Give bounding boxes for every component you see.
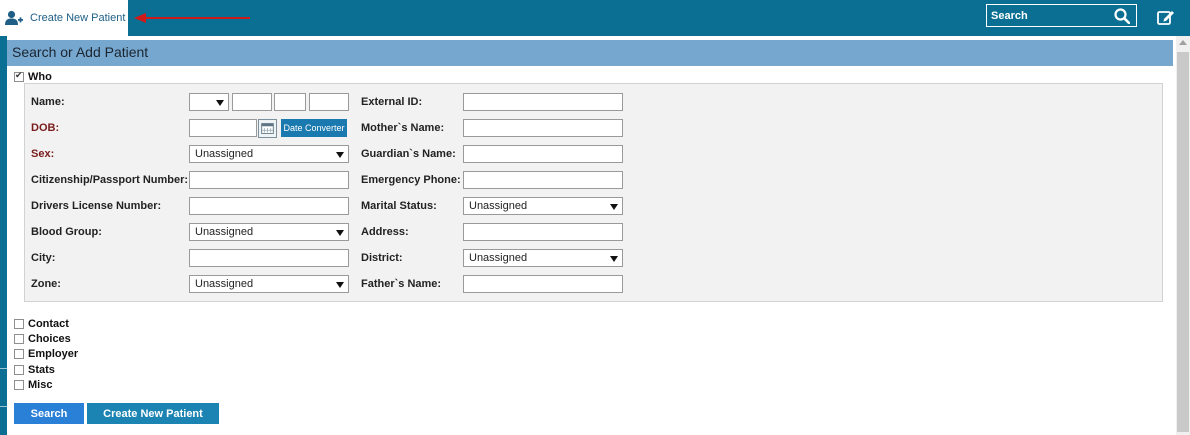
scroll-up-icon[interactable]	[1176, 36, 1190, 50]
who-label: Who	[28, 71, 52, 83]
blood-group-select[interactable]: Unassigned	[189, 223, 349, 241]
date-converter-button[interactable]: Date Converter	[281, 119, 347, 137]
citizenship-field[interactable]	[189, 171, 349, 189]
drivers-license-label: Drivers License Number:	[31, 200, 162, 212]
section-toggle-contact[interactable]: Contact	[14, 318, 69, 330]
city-label: City:	[31, 252, 56, 264]
name-label: Name:	[31, 96, 65, 108]
panel-title: Search or Add Patient	[12, 44, 149, 60]
stats-checkbox[interactable]	[14, 365, 24, 375]
district-value: Unassigned	[469, 252, 528, 264]
district-label: District:	[361, 252, 403, 264]
add-user-icon	[5, 10, 23, 25]
calendar-icon[interactable]	[258, 119, 277, 138]
chevron-down-icon	[336, 282, 344, 288]
create-new-patient-label: Create New Patient	[30, 12, 126, 24]
search-input[interactable]	[991, 7, 1101, 24]
sex-value: Unassigned	[195, 148, 254, 160]
guardians-name-field[interactable]	[463, 145, 623, 163]
section-toggle-misc[interactable]: Misc	[14, 379, 52, 391]
search-icon[interactable]	[1114, 8, 1130, 24]
address-field[interactable]	[463, 223, 623, 241]
citizenship-label: Citizenship/Passport Number:	[31, 174, 189, 186]
first-name-field[interactable]	[232, 93, 272, 111]
address-label: Address:	[361, 226, 409, 238]
guardians-name-label: Guardian`s Name:	[361, 148, 456, 160]
dob-field[interactable]	[189, 119, 257, 137]
sex-label: Sex:	[31, 148, 55, 160]
search-button[interactable]: Search	[14, 403, 84, 424]
name-title-select[interactable]	[189, 93, 229, 111]
city-field[interactable]	[189, 249, 349, 267]
zone-value: Unassigned	[195, 278, 254, 290]
last-name-field[interactable]	[309, 93, 349, 111]
emergency-phone-field[interactable]	[463, 171, 623, 189]
zone-label: Zone:	[31, 278, 61, 290]
section-toggle-choices[interactable]: Choices	[14, 333, 71, 345]
fathers-name-label: Father`s Name:	[361, 278, 442, 290]
scrollbar-thumb[interactable]	[1177, 52, 1189, 432]
blood-group-value: Unassigned	[195, 226, 254, 238]
external-id-label: External ID:	[361, 96, 423, 108]
who-toggle[interactable]: Who	[14, 70, 52, 83]
create-new-patient-button[interactable]: Create New Patient	[87, 403, 219, 424]
chevron-down-icon	[336, 152, 344, 158]
stats-label: Stats	[28, 364, 55, 376]
choices-label: Choices	[28, 333, 71, 345]
marital-status-label: Marital Status:	[361, 200, 437, 212]
annotation-arrow	[134, 13, 250, 23]
who-checkbox[interactable]	[14, 70, 24, 82]
chevron-down-icon	[336, 230, 344, 236]
employer-checkbox[interactable]	[14, 349, 24, 359]
chevron-down-icon	[610, 256, 618, 262]
sidebar-tick	[0, 406, 7, 407]
misc-checkbox[interactable]	[14, 380, 24, 390]
misc-label: Misc	[28, 379, 53, 391]
chevron-down-icon	[610, 204, 618, 210]
emergency-phone-label: Emergency Phone:	[361, 174, 461, 186]
edit-icon[interactable]	[1157, 9, 1175, 26]
create-new-patient-tab[interactable]: Create New Patient	[0, 0, 128, 36]
search-box[interactable]	[986, 4, 1137, 27]
top-bar: Create New Patient	[0, 0, 1190, 36]
left-sidebar-edge	[0, 36, 7, 435]
blood-group-label: Blood Group:	[31, 226, 102, 238]
chevron-down-icon	[216, 100, 224, 106]
choices-checkbox[interactable]	[14, 334, 24, 344]
mothers-name-field[interactable]	[463, 119, 623, 137]
zone-select[interactable]: Unassigned	[189, 275, 349, 293]
marital-status-value: Unassigned	[469, 200, 528, 212]
contact-checkbox[interactable]	[14, 319, 24, 329]
external-id-field[interactable]	[463, 93, 623, 111]
who-section	[24, 83, 1163, 302]
fathers-name-field[interactable]	[463, 275, 623, 293]
section-toggle-stats[interactable]: Stats	[14, 364, 55, 376]
sex-select[interactable]: Unassigned	[189, 145, 349, 163]
section-toggle-employer[interactable]: Employer	[14, 348, 78, 360]
marital-status-select[interactable]: Unassigned	[463, 197, 623, 215]
panel-header: Search or Add Patient	[7, 40, 1173, 66]
contact-label: Contact	[28, 318, 69, 330]
dob-label: DOB:	[31, 122, 60, 134]
sidebar-tick	[0, 368, 7, 369]
drivers-license-field[interactable]	[189, 197, 349, 215]
district-select[interactable]: Unassigned	[463, 249, 623, 267]
mothers-name-label: Mother`s Name:	[361, 122, 445, 134]
middle-name-field[interactable]	[274, 93, 306, 111]
employer-label: Employer	[28, 348, 79, 360]
